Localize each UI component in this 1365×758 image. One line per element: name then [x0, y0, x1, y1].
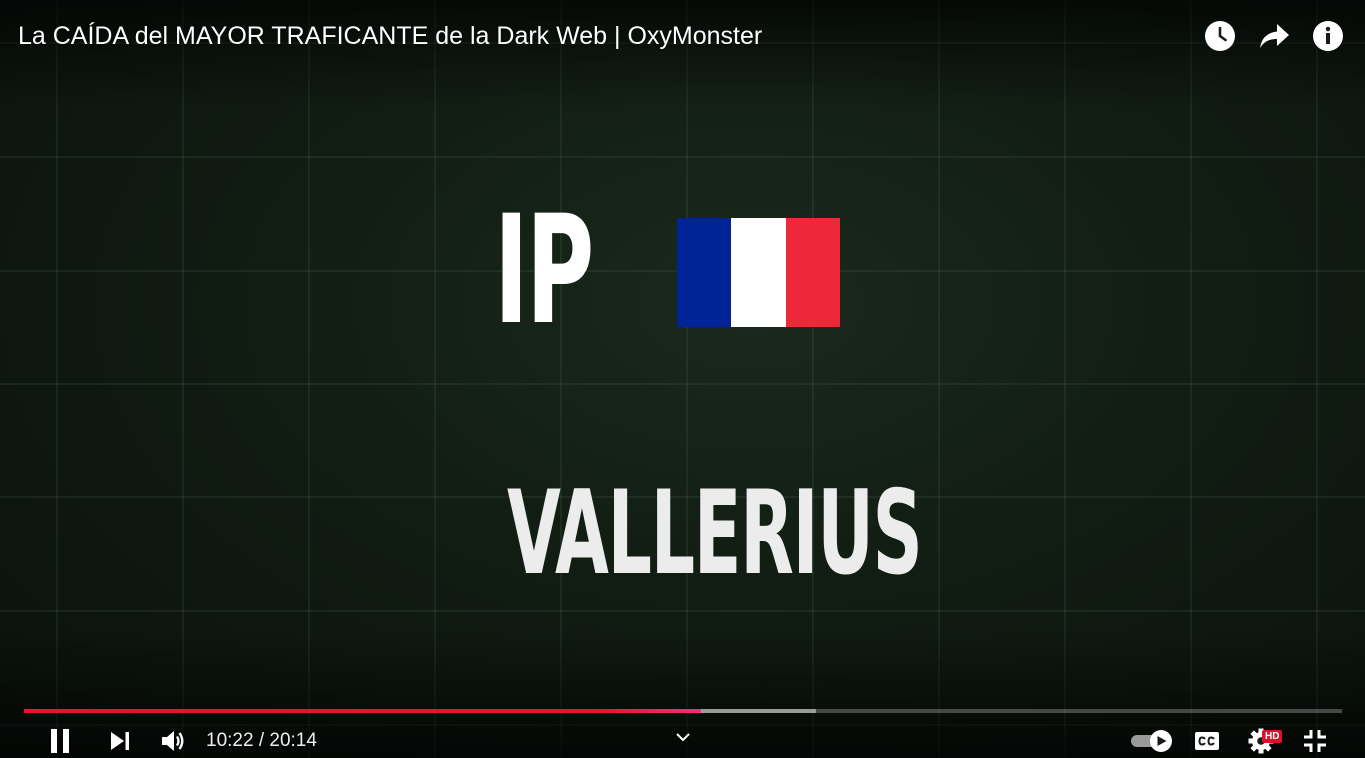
info-button[interactable]: [1310, 18, 1346, 54]
hd-badge: HD: [1262, 730, 1283, 743]
chevron-down-icon: [676, 733, 690, 742]
autoplay-toggle-icon: [1131, 730, 1172, 752]
info-icon: [1313, 21, 1343, 51]
chapter-expand-button[interactable]: [671, 726, 695, 748]
current-time: 10:22: [206, 730, 254, 751]
time-separator: /: [253, 730, 270, 751]
duration: 20:14: [269, 730, 317, 751]
clock-icon: [1205, 21, 1235, 51]
top-shade: [0, 0, 1365, 110]
progress-played: [24, 709, 702, 713]
skip-next-icon: [111, 732, 129, 750]
video-player[interactable]: IP VALLERIUS La CAÍDA del MAYOR TRAFICAN…: [0, 0, 1365, 758]
subtitles-button[interactable]: [1192, 724, 1222, 758]
autoplay-toggle[interactable]: [1128, 724, 1176, 758]
pause-icon: [51, 729, 69, 753]
closed-captions-icon: [1195, 732, 1219, 750]
progress-bar[interactable]: [24, 709, 1342, 713]
mute-button[interactable]: [157, 724, 189, 758]
exit-fullscreen-icon: [1304, 730, 1326, 752]
username-label: VALLERIUS: [507, 466, 923, 601]
flag-stripe-blue: [677, 218, 732, 327]
share-button[interactable]: [1256, 18, 1292, 54]
france-flag: [677, 218, 840, 327]
time-display: 10:22 / 20:14: [206, 729, 317, 753]
ip-label: IP: [494, 184, 594, 358]
flag-stripe-white: [731, 218, 786, 327]
next-button[interactable]: [104, 724, 136, 758]
watch-later-button[interactable]: [1202, 18, 1238, 54]
video-title[interactable]: La CAÍDA del MAYOR TRAFICANTE de la Dark…: [18, 20, 762, 52]
pause-button[interactable]: [44, 724, 76, 758]
exit-fullscreen-button[interactable]: [1300, 724, 1330, 758]
share-arrow-icon: [1260, 24, 1289, 48]
volume-icon: [162, 731, 184, 751]
flag-stripe-red: [785, 218, 840, 327]
